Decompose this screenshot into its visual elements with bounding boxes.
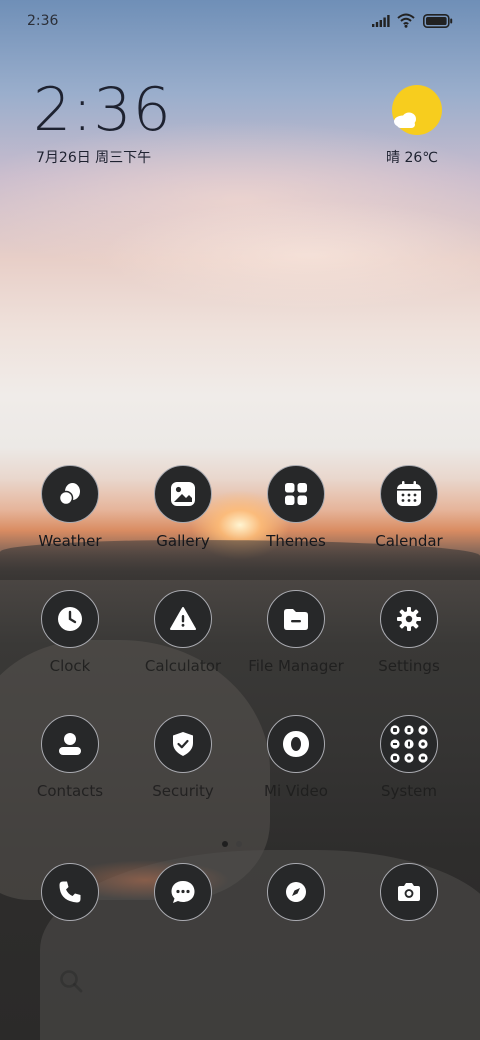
app-settings[interactable]: Settings bbox=[353, 590, 465, 675]
status-time: 2:36 bbox=[27, 13, 59, 29]
system-folder-icon bbox=[380, 715, 438, 773]
page-indicator bbox=[218, 832, 246, 851]
signal-icon bbox=[372, 15, 390, 27]
calculator-icon bbox=[154, 590, 212, 648]
page-dot-active bbox=[222, 841, 228, 847]
phone-icon bbox=[41, 863, 99, 921]
app-contacts[interactable]: Contacts bbox=[14, 715, 126, 800]
app-calendar[interactable]: Calendar bbox=[353, 465, 465, 550]
dock-messages[interactable] bbox=[127, 863, 239, 921]
app-clock[interactable]: Clock bbox=[14, 590, 126, 675]
app-label: Calendar bbox=[375, 532, 443, 550]
app-security[interactable]: Security bbox=[127, 715, 239, 800]
clock-widget-time[interactable]: 2:36 bbox=[33, 74, 172, 146]
themes-icon bbox=[267, 465, 325, 523]
dock-browser[interactable] bbox=[240, 863, 352, 921]
gallery-icon bbox=[154, 465, 212, 523]
app-label: System bbox=[381, 782, 437, 800]
clock-icon bbox=[41, 590, 99, 648]
app-label: Weather bbox=[38, 532, 102, 550]
app-label: Calculator bbox=[144, 657, 222, 675]
battery-icon bbox=[423, 14, 453, 28]
dock-camera[interactable] bbox=[353, 863, 465, 921]
app-label: Security bbox=[152, 782, 214, 800]
sun-cloud-icon[interactable] bbox=[391, 84, 443, 136]
app-label: Contacts bbox=[36, 782, 104, 800]
app-file-manager[interactable]: File Manager bbox=[240, 590, 352, 675]
camera-icon bbox=[380, 863, 438, 921]
settings-icon bbox=[380, 590, 438, 648]
app-mi-video[interactable]: Mi Video bbox=[240, 715, 352, 800]
search-icon[interactable] bbox=[58, 968, 84, 994]
app-themes[interactable]: Themes bbox=[240, 465, 352, 550]
app-label: Themes bbox=[266, 532, 326, 550]
app-label: Clock bbox=[49, 657, 91, 675]
weather-widget-text[interactable]: 晴 26℃ bbox=[386, 147, 438, 167]
calendar-icon bbox=[380, 465, 438, 523]
app-system-folder[interactable]: System bbox=[353, 715, 465, 800]
dock-phone[interactable] bbox=[14, 863, 126, 921]
mi-video-icon bbox=[267, 715, 325, 773]
app-calculator[interactable]: Calculator bbox=[127, 590, 239, 675]
app-label: Gallery bbox=[156, 532, 210, 550]
app-label: File Manager bbox=[248, 657, 344, 675]
app-label: Settings bbox=[378, 657, 440, 675]
clock-widget-date[interactable]: 7月26日 周三下午 bbox=[36, 147, 151, 167]
app-gallery[interactable]: Gallery bbox=[127, 465, 239, 550]
weather-icon bbox=[41, 465, 99, 523]
contacts-icon bbox=[41, 715, 99, 773]
status-bar: 2:36 bbox=[0, 0, 480, 42]
messages-icon bbox=[154, 863, 212, 921]
page-dot bbox=[236, 841, 242, 847]
browser-icon bbox=[267, 863, 325, 921]
file-manager-icon bbox=[267, 590, 325, 648]
app-label: Mi Video bbox=[264, 782, 328, 800]
wifi-icon bbox=[397, 13, 415, 28]
app-weather[interactable]: Weather bbox=[14, 465, 126, 550]
security-icon bbox=[154, 715, 212, 773]
